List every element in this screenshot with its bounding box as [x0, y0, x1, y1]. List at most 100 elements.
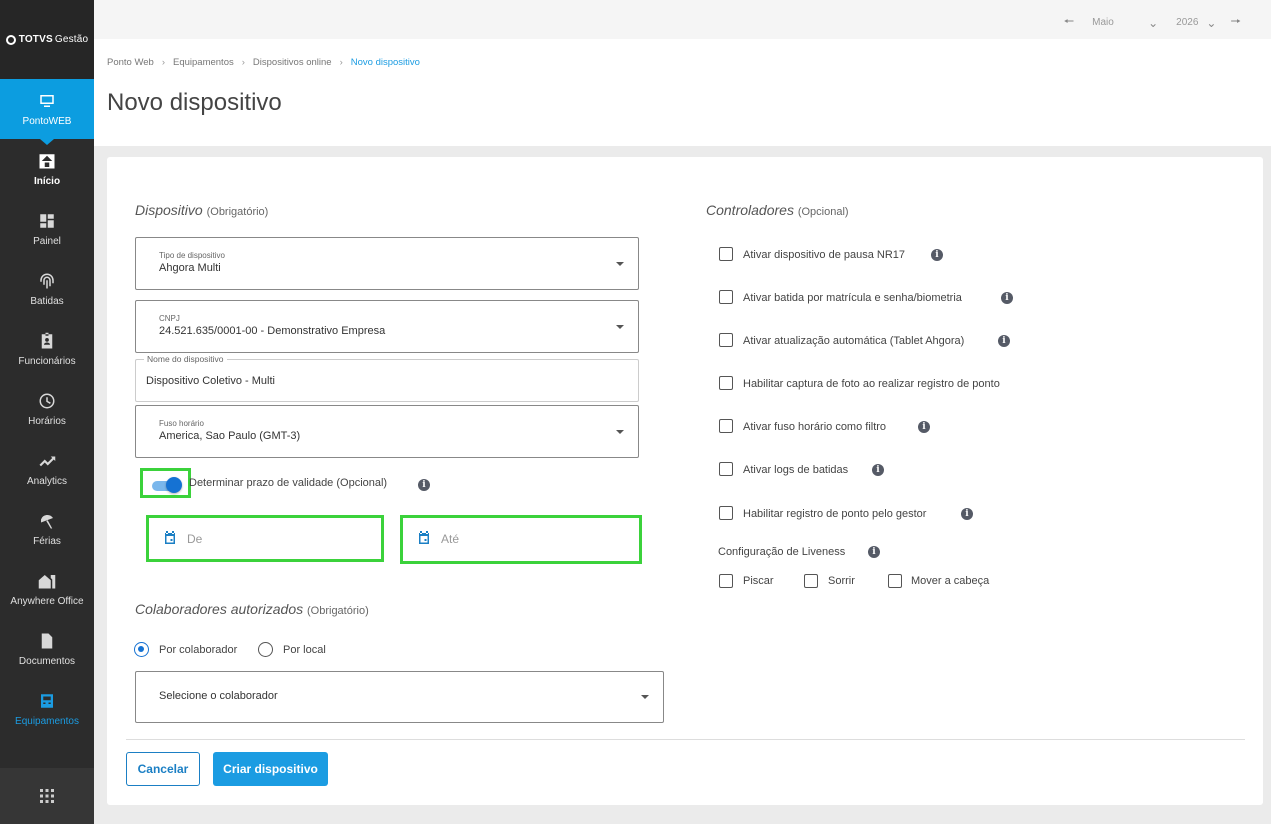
- sidebar-item-batidas[interactable]: Batidas: [0, 259, 94, 319]
- dispositivo-section-title: Dispositivo (Obrigatório): [135, 202, 268, 218]
- product-pontoweb[interactable]: PontoWEB: [0, 79, 94, 145]
- checkbox-matricula-senha[interactable]: [719, 290, 733, 304]
- breadcrumb-item[interactable]: Ponto Web: [107, 57, 154, 68]
- chevron-down-icon: [616, 261, 624, 266]
- checkbox-fuso-filtro[interactable]: [719, 419, 733, 433]
- tipo-dispositivo-select[interactable]: Tipo de dispositivo Ahgora Multi: [135, 237, 639, 290]
- sidebar-item-painel[interactable]: Painel: [0, 199, 94, 259]
- chevron-down-icon[interactable]: ⌄: [1148, 16, 1158, 30]
- section-title-text: Colaboradores autorizados: [135, 601, 304, 617]
- date-to-placeholder: Até: [441, 532, 460, 546]
- nome-dispositivo-input[interactable]: Nome do dispositivo Dispositivo Coletivo…: [135, 354, 639, 402]
- chevron-down-icon: [616, 324, 624, 329]
- info-icon[interactable]: i: [998, 335, 1010, 347]
- monitor-icon: [40, 94, 54, 107]
- info-icon[interactable]: i: [868, 546, 880, 558]
- badge-icon: [41, 332, 53, 348]
- liveness-label: Configuração de Liveness: [718, 546, 846, 558]
- field-placeholder: Selecione o colaborador: [159, 690, 278, 702]
- sidebar-item-equipamentos[interactable]: Equipamentos: [0, 679, 94, 739]
- field-label: CNPJ: [159, 314, 180, 323]
- toggle-knob: [166, 477, 182, 493]
- divider: [126, 739, 1245, 740]
- year-select[interactable]: 2026: [1176, 17, 1198, 28]
- section-title-text: Controladores: [706, 202, 794, 218]
- date-navigator: 🠔 Maio ⌄ 2026 ⌄ 🠖: [1064, 12, 1241, 33]
- sidebar-item-label: Painel: [33, 235, 61, 247]
- info-icon[interactable]: i: [931, 249, 943, 261]
- trending-icon: [39, 456, 56, 466]
- form-card: Dispositivo (Obrigatório) Tipo de dispos…: [107, 157, 1263, 805]
- apps-grid-button[interactable]: [0, 768, 94, 824]
- checkbox-label: Habilitar registro de ponto pelo gestor: [743, 508, 927, 520]
- breadcrumb: Ponto Web › Equipamentos › Dispositivos …: [107, 57, 420, 68]
- colaborador-select[interactable]: Selecione o colaborador: [135, 671, 664, 723]
- sidebar-item-inicio[interactable]: Início: [0, 139, 94, 199]
- checkbox-mover-cabeca[interactable]: [888, 574, 902, 588]
- checkbox-pausa-nr17[interactable]: [719, 247, 733, 261]
- radio-por-colaborador[interactable]: [134, 642, 149, 657]
- product-label: PontoWEB: [22, 115, 72, 127]
- info-icon[interactable]: i: [961, 508, 973, 520]
- colaboradores-section-title: Colaboradores autorizados (Obrigatório): [135, 601, 369, 617]
- checkbox-label: Piscar: [743, 575, 774, 587]
- fuso-horario-select[interactable]: Fuso horário America, Sao Paulo (GMT-3): [135, 405, 639, 458]
- info-icon[interactable]: i: [918, 421, 930, 433]
- sidebar-item-label: Férias: [33, 535, 61, 547]
- create-device-button[interactable]: Criar dispositivo: [213, 752, 328, 786]
- breadcrumb-item[interactable]: Dispositivos online: [253, 57, 332, 68]
- sidebar-item-funcionarios[interactable]: Funcionários: [0, 319, 94, 379]
- checkbox-piscar[interactable]: [719, 574, 733, 588]
- document-icon: [41, 633, 53, 648]
- checkbox-captura-foto[interactable]: [719, 376, 733, 390]
- sidebar-item-label: Equipamentos: [15, 715, 79, 727]
- date-from-input[interactable]: De: [146, 515, 384, 562]
- breadcrumb-separator: ›: [161, 57, 165, 68]
- breadcrumb-item[interactable]: Equipamentos: [173, 57, 234, 68]
- month-select[interactable]: Maio: [1092, 17, 1148, 28]
- breadcrumb-separator: ›: [241, 57, 245, 68]
- checkbox-label: Ativar logs de batidas: [743, 464, 849, 476]
- sidebar-item-horarios[interactable]: Horários: [0, 379, 94, 439]
- sidebar-item-label: Funcionários: [18, 355, 76, 367]
- info-icon[interactable]: i: [418, 479, 430, 491]
- calendar-icon: [419, 531, 429, 544]
- sidebar: TOTVS Gestão PontoWEB Início Painel Bati…: [0, 0, 94, 824]
- date-from-placeholder: De: [187, 532, 203, 546]
- sidebar-item-documentos[interactable]: Documentos: [0, 619, 94, 679]
- next-arrow-icon[interactable]: 🠖: [1230, 12, 1241, 33]
- home-work-icon: [38, 574, 56, 588]
- radio-label: Por local: [283, 644, 326, 656]
- checkbox-label: Ativar fuso horário como filtro: [743, 421, 887, 433]
- checkbox-label: Mover a cabeça: [911, 575, 990, 587]
- section-required-text: (Obrigatório): [307, 605, 369, 617]
- beach-icon: [41, 514, 53, 528]
- checkbox-atualizacao-automatica[interactable]: [719, 333, 733, 347]
- totvs-logo-icon: [5, 34, 16, 45]
- page-title: Novo dispositivo: [107, 89, 282, 116]
- controladores-section-title: Controladores (Opcional): [706, 202, 849, 218]
- sidebar-item-ferias[interactable]: Férias: [0, 499, 94, 559]
- cnpj-select[interactable]: CNPJ 24.521.635/0001-00 - Demonstrativo …: [135, 300, 639, 353]
- prev-arrow-icon[interactable]: 🠔: [1064, 12, 1075, 33]
- cancel-button[interactable]: Cancelar: [126, 752, 200, 786]
- validade-toggle[interactable]: [140, 468, 191, 498]
- radio-por-local[interactable]: [258, 642, 273, 657]
- home-icon: [39, 153, 55, 168]
- section-required-text: (Obrigatório): [206, 206, 269, 218]
- checkbox-logs-batidas[interactable]: [719, 462, 733, 476]
- brand-light: Gestão: [54, 34, 89, 45]
- checkbox-registro-gestor[interactable]: [719, 506, 733, 520]
- sidebar-item-analytics[interactable]: Analytics: [0, 439, 94, 499]
- date-to-input[interactable]: Até: [400, 515, 642, 564]
- chevron-down-icon[interactable]: ⌄: [1206, 16, 1216, 30]
- info-icon[interactable]: i: [1001, 292, 1013, 304]
- info-icon[interactable]: i: [872, 464, 884, 476]
- sidebar-item-anywhere-office[interactable]: Anywhere Office: [0, 559, 94, 619]
- sidebar-item-label: Batidas: [30, 295, 64, 307]
- topbar: 🠔 Maio ⌄ 2026 ⌄ 🠖: [94, 0, 1271, 39]
- totvs-logo: TOTVS Gestão: [0, 0, 94, 79]
- field-value: America, Sao Paulo (GMT-3): [159, 430, 301, 442]
- checkbox-sorrir[interactable]: [804, 574, 818, 588]
- field-value: Dispositivo Coletivo - Multi: [146, 375, 275, 387]
